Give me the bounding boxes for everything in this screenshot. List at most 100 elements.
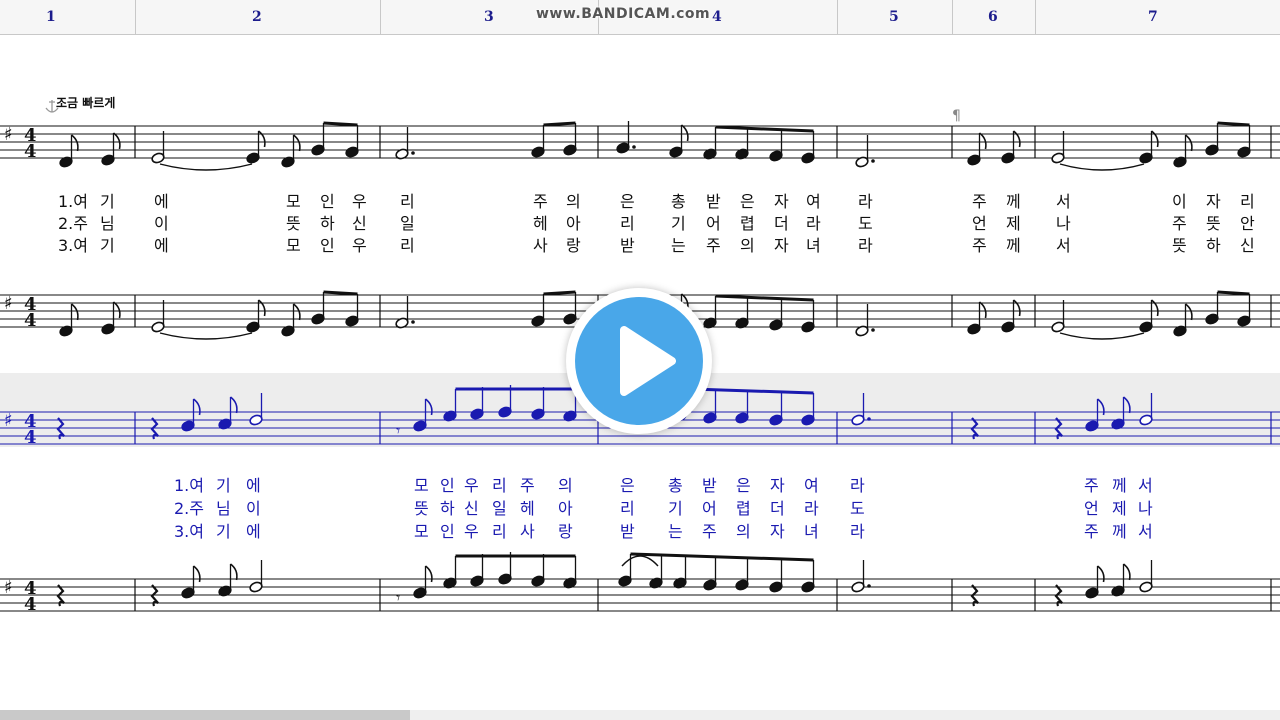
note (151, 300, 165, 333)
note (1051, 131, 1065, 164)
lyric-syllable: 헤 (520, 499, 535, 518)
lyric-syllable: 우 (464, 522, 479, 541)
note (1001, 130, 1021, 164)
lyric-syllable: 뜻 (414, 499, 429, 518)
note-dot (871, 328, 875, 332)
note-flag (1184, 134, 1193, 152)
lyric-syllable: 제 (1006, 214, 1021, 233)
beam (1217, 290, 1250, 296)
lyric-syllable: 이 (154, 214, 169, 233)
lyric-syllable: 라 (804, 499, 819, 518)
lyric-syllable: 서 (1056, 236, 1071, 255)
play-button[interactable] (566, 288, 712, 434)
lyric-syllable: 받 (620, 236, 635, 255)
lyric-syllable: 랑 (566, 236, 581, 255)
lyric-syllable: 라 (806, 214, 821, 233)
staff (0, 125, 1280, 159)
lyric-syllable: 나 (1138, 499, 1153, 518)
note-dot (632, 145, 636, 149)
lyric-syllable: 의 (740, 236, 755, 255)
horizontal-scrollbar[interactable] (0, 710, 1280, 720)
note (1051, 300, 1065, 333)
lyric-syllable: 하 (1206, 236, 1221, 255)
lyric-syllable: 리 (492, 522, 507, 541)
note (246, 299, 266, 333)
lyric-syllable: 일 (400, 214, 415, 233)
beam (323, 121, 358, 127)
note (801, 300, 815, 333)
lyric-syllable: 서 (1138, 522, 1153, 541)
note (395, 296, 415, 329)
beam (1217, 121, 1250, 127)
key-signature: ♯ (4, 577, 13, 598)
time-signature-bottom: 4 (24, 310, 37, 331)
scrollbar-thumb[interactable] (0, 710, 410, 720)
lyric-syllable: 는 (671, 236, 686, 255)
lyric-syllable: 제 (1112, 499, 1127, 518)
note (1139, 130, 1159, 164)
lyric-syllable: 어 (702, 499, 717, 518)
lyric-syllable: 모 (414, 522, 429, 541)
lyric-syllable: 뜻 (286, 214, 301, 233)
lyric-syllable: 자 (774, 192, 789, 211)
lyric-syllable: 2.주 (58, 214, 88, 233)
lyric-syllable: 의 (736, 522, 751, 541)
tie (159, 332, 253, 340)
tie (159, 163, 253, 171)
lyric-syllable: 받 (702, 476, 717, 495)
lyric-syllable: 에 (246, 522, 261, 541)
lyric-syllable: 에 (154, 236, 169, 255)
time-signature-bottom: 4 (24, 141, 37, 162)
lyric-syllable: 일 (492, 499, 507, 518)
lyric-syllable: 신 (1240, 236, 1255, 255)
note (1205, 292, 1219, 325)
note-flag (70, 303, 79, 321)
lyric-syllable: 언 (1084, 499, 1099, 518)
lyric-syllable: 리 (1240, 192, 1255, 211)
note-flag (112, 132, 121, 150)
lyric-syllable: 께 (1112, 522, 1127, 541)
lyric-syllable: 리 (620, 214, 635, 233)
lyric-syllable: 주 (972, 192, 987, 211)
lyric-syllable: 인 (440, 476, 455, 495)
note (735, 127, 749, 160)
lyric-syllable: 헤 (533, 214, 548, 233)
lyric-syllable: 은 (740, 192, 755, 211)
lyric-syllable: 이 (246, 499, 261, 518)
lyric-syllable: 녀 (806, 236, 821, 255)
lyric-syllable: 라 (858, 192, 873, 211)
note-dot (411, 320, 415, 324)
lyric-syllable: 주 (533, 192, 548, 211)
lyric-syllable: 랑 (558, 522, 573, 541)
tie (1059, 332, 1145, 340)
beam (323, 290, 358, 296)
beam (715, 125, 814, 133)
lyric-syllable: 리 (492, 476, 507, 495)
lyric-syllable: 도 (858, 214, 873, 233)
lyric-syllable: 주 (520, 476, 535, 495)
note-flag (112, 301, 121, 319)
lyric-syllable: 신 (352, 214, 367, 233)
lyric-syllable: 자 (770, 476, 785, 495)
lyric-syllable: 총 (668, 476, 683, 495)
lyric-syllable: 님 (100, 214, 115, 233)
lyric-syllable: 뜻 (1172, 236, 1187, 255)
note (703, 127, 717, 160)
system-band (0, 540, 1280, 616)
lyric-syllable: 어 (706, 214, 721, 233)
key-signature: ♯ (4, 293, 13, 314)
lyric-syllable: 리 (400, 236, 415, 255)
paragraph-mark: ¶ (952, 108, 961, 124)
note-flag (680, 124, 689, 142)
lyric-syllable: 모 (414, 476, 429, 495)
lyric-syllable: 께 (1006, 236, 1021, 255)
lyric-syllable: 하 (440, 499, 455, 518)
lyric-syllable: 서 (1138, 476, 1153, 495)
note-flag (978, 301, 987, 319)
lyric-syllable: 1.여 (174, 476, 204, 495)
lyric-syllable: 주 (706, 236, 721, 255)
note (1173, 134, 1193, 168)
note-dot (867, 584, 871, 588)
note (311, 292, 325, 325)
lyric-syllable: 기 (100, 236, 115, 255)
